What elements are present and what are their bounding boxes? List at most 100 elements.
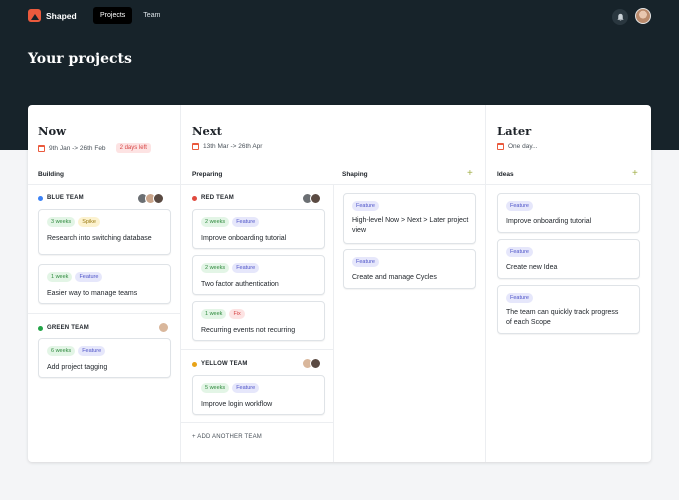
project-card[interactable]: 1 week Fix Recurring events not recurrin… <box>192 301 325 341</box>
card-title: Create new Idea <box>506 264 558 271</box>
card-title: Easier way to manage teams <box>47 290 138 297</box>
project-board: Now 9th Jan -> 26th Feb 2 days left Buil… <box>28 105 651 462</box>
app-name: Shaped <box>46 10 77 21</box>
project-card[interactable]: 2 weeks Feature Two factor authenticatio… <box>192 255 325 295</box>
card-tags: Feature <box>352 257 379 267</box>
type-tag: Feature <box>232 383 260 393</box>
team-members[interactable] <box>302 358 321 369</box>
lane-ideas: Ideas <box>497 171 514 178</box>
type-tag: Feature <box>232 217 260 227</box>
shaped-logo-icon <box>28 9 41 22</box>
avatar <box>310 358 321 369</box>
card-title: Two factor authentication <box>201 281 279 288</box>
days-left-badge: 2 days left <box>115 143 151 153</box>
card-title: Recurring events not recurring <box>201 327 296 334</box>
card-tags: 5 weeks Feature <box>201 383 260 393</box>
idea-card[interactable]: Feature Improve onboarding tutorial <box>497 193 640 233</box>
card-title: Research into switching database <box>47 235 152 242</box>
card-tags: Feature <box>506 247 533 257</box>
date-range-next: 13th Mar -> 26th Apr <box>203 143 263 150</box>
calendar-icon <box>497 143 504 150</box>
type-tag: Fix <box>229 309 245 319</box>
team-divider <box>28 313 181 314</box>
duration-tag: 3 weeks <box>47 217 76 227</box>
type-tag: Feature <box>352 257 379 267</box>
team-members[interactable] <box>137 193 164 204</box>
team-divider <box>181 349 333 350</box>
team-red[interactable]: RED TEAM <box>192 195 234 201</box>
calendar-icon <box>38 144 45 152</box>
team-members[interactable] <box>302 193 321 204</box>
team-color-dot <box>192 361 197 367</box>
column-title-later: Later <box>497 124 532 138</box>
team-blue[interactable]: BLUE TEAM <box>38 195 84 201</box>
team-name: RED TEAM <box>201 195 234 201</box>
card-tags: Feature <box>506 201 533 211</box>
duration-tag: 5 weeks <box>201 383 230 393</box>
card-tags: 1 week Fix <box>201 309 245 319</box>
column-now: Now 9th Jan -> 26th Feb 2 days left Buil… <box>28 105 181 462</box>
avatar <box>153 193 164 204</box>
column-dates-now: 9th Jan -> 26th Feb 2 days left <box>38 143 151 153</box>
project-card[interactable]: 6 weeks Feature Add project tagging <box>38 338 171 378</box>
calendar-icon <box>192 143 199 150</box>
notifications-button[interactable] <box>612 9 628 25</box>
column-title-next: Next <box>192 124 222 138</box>
card-title: Add project tagging <box>47 364 108 371</box>
duration-tag: 2 weeks <box>201 263 230 273</box>
project-card[interactable]: 1 week Feature Easier way to manage team… <box>38 264 171 304</box>
add-shaping-button[interactable]: + <box>467 168 473 179</box>
team-color-dot <box>38 195 43 201</box>
add-another-team-button[interactable]: + ADD ANOTHER TEAM <box>192 434 262 440</box>
sublane-divider <box>333 184 334 462</box>
team-green[interactable]: GREEN TEAM <box>38 325 89 331</box>
date-range-now: 9th Jan -> 26th Feb <box>49 144 106 152</box>
type-tag: Feature <box>352 201 379 211</box>
lane-building: Building <box>38 171 64 178</box>
nav-team[interactable]: Team <box>136 7 167 24</box>
duration-tag: 1 week <box>201 309 227 319</box>
nav-projects[interactable]: Projects <box>93 7 133 24</box>
card-title: The team can quickly track progress of e… <box>506 309 619 326</box>
type-tag: Spike <box>78 217 100 227</box>
main-nav: Projects Team <box>93 7 167 24</box>
column-title-now: Now <box>38 124 67 138</box>
idea-card[interactable]: Feature Create new Idea <box>497 239 640 279</box>
project-card[interactable]: 5 weeks Feature Improve login workflow <box>192 375 325 415</box>
card-tags: 2 weeks Feature <box>201 217 260 227</box>
user-avatar[interactable] <box>635 8 651 24</box>
team-color-dot <box>38 325 43 331</box>
shaping-card[interactable]: Feature Create and manage Cycles <box>343 249 476 289</box>
add-idea-button[interactable]: + <box>632 168 638 179</box>
column-dates-next: 13th Mar -> 26th Apr <box>192 143 262 150</box>
duration-tag: 2 weeks <box>201 217 230 227</box>
team-divider <box>181 422 333 423</box>
lane-preparing: Preparing <box>192 171 223 178</box>
team-color-dot <box>192 195 197 201</box>
idea-card[interactable]: Feature The team can quickly track progr… <box>497 285 640 334</box>
avatar <box>310 193 321 204</box>
team-yellow[interactable]: YELLOW TEAM <box>192 361 248 367</box>
avatar <box>158 322 169 333</box>
column-next: Next 13th Mar -> 26th Apr Preparing Shap… <box>181 105 486 462</box>
logo[interactable]: Shaped <box>28 9 77 22</box>
type-tag: Feature <box>506 247 533 257</box>
card-tags: 6 weeks Feature <box>47 346 106 356</box>
bell-icon <box>616 13 624 21</box>
type-tag: Feature <box>506 293 533 303</box>
team-name: YELLOW TEAM <box>201 361 248 367</box>
card-title: Create and manage Cycles <box>352 274 437 281</box>
type-tag: Feature <box>78 346 106 356</box>
top-navigation: Shaped Projects Team <box>0 0 679 34</box>
card-title: Improve login workflow <box>201 401 273 408</box>
card-tags: Feature <box>352 201 379 211</box>
team-members[interactable] <box>158 322 169 333</box>
type-tag: Feature <box>75 272 103 282</box>
card-tags: Feature <box>506 293 533 303</box>
card-title: Improve onboarding tutorial <box>201 235 287 242</box>
card-tags: 1 week Feature <box>47 272 103 282</box>
project-card[interactable]: 3 weeks Spike Research into switching da… <box>38 209 171 255</box>
shaping-card[interactable]: Feature High-level Now > Next > Later pr… <box>343 193 476 244</box>
project-card[interactable]: 2 weeks Feature Improve onboarding tutor… <box>192 209 325 249</box>
card-tags: 2 weeks Feature <box>201 263 260 273</box>
